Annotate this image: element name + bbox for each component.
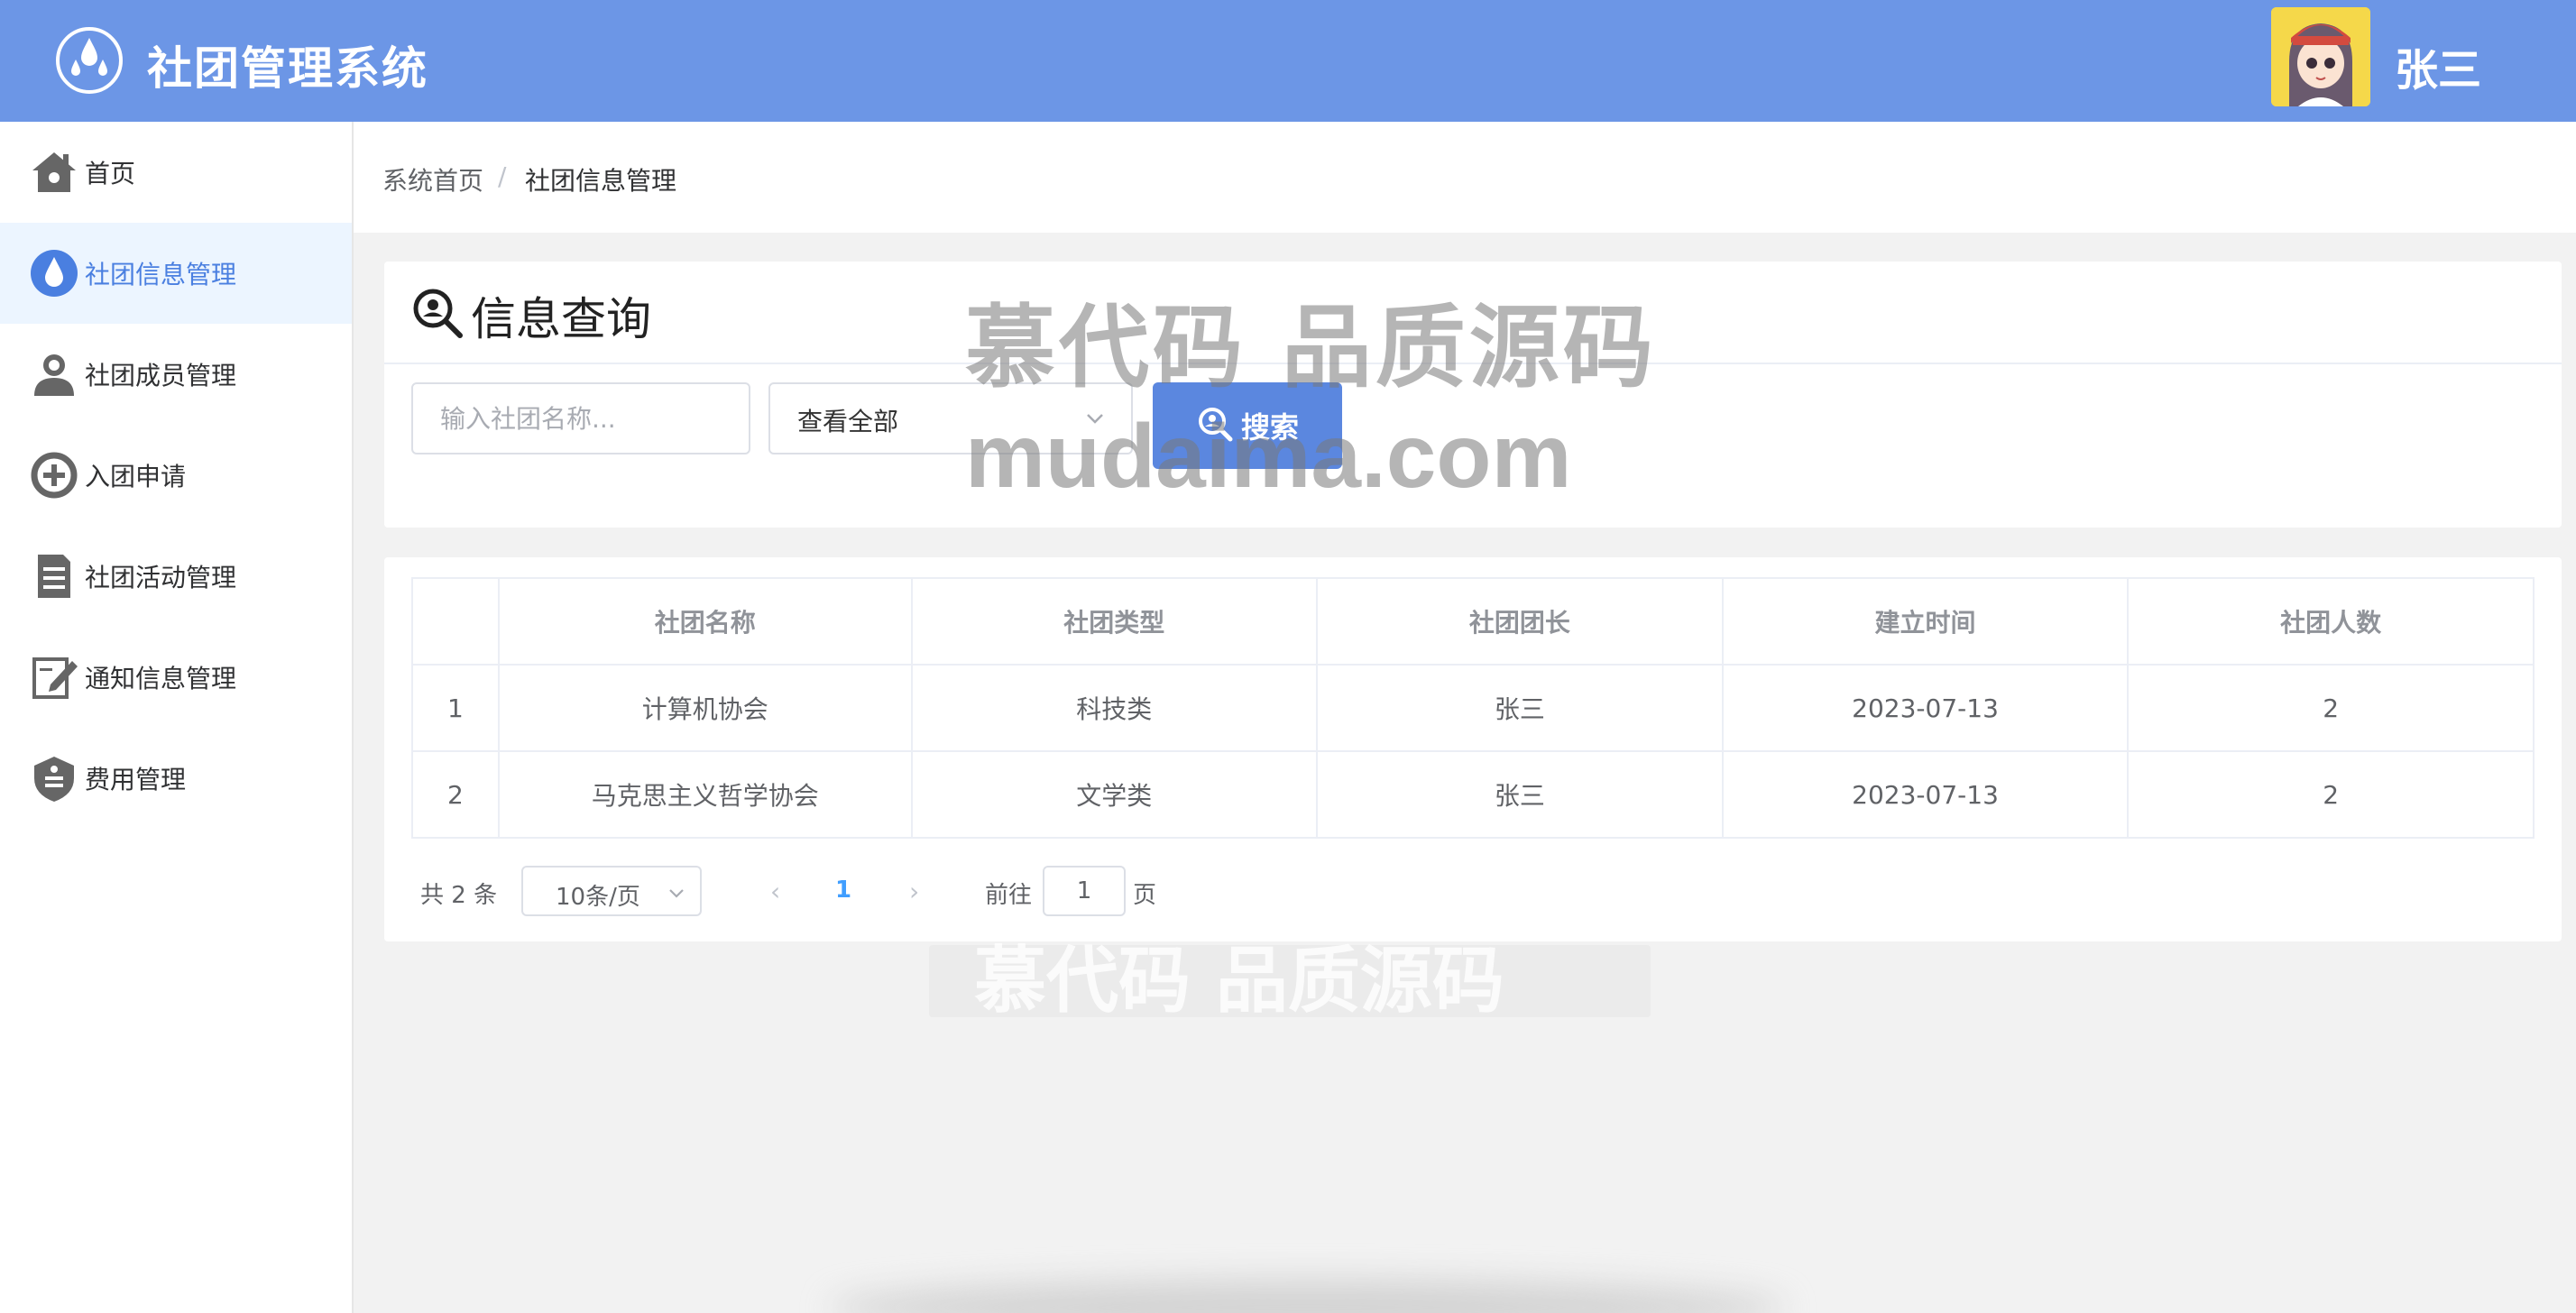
column-header-index	[411, 577, 500, 666]
sidebar-item-label: 社团活动管理	[85, 563, 237, 592]
cell-club-type: 文学类	[910, 750, 1319, 839]
sidebar-item-members[interactable]: 社团成员管理	[0, 324, 352, 425]
top-header: 社团管理系统 张三	[0, 0, 2576, 122]
next-page-button[interactable]: ›	[909, 877, 919, 906]
breadcrumb: 系统首页 / 社团信息管理	[354, 122, 2576, 233]
cell-index: 2	[411, 750, 500, 839]
query-title: 信息查询	[471, 293, 651, 345]
cell-index: 1	[411, 664, 500, 752]
table-header-row: 社团名称 社团类型 社团团长 建立时间 社团人数	[411, 577, 2535, 666]
club-name-search-input[interactable]	[411, 382, 750, 454]
column-header-leader: 社团团长	[1316, 577, 1724, 666]
bottom-shadow	[830, 1281, 1786, 1313]
watermark-faint: 慕代码 品质源码	[929, 945, 1651, 1017]
home-icon	[29, 147, 79, 197]
sidebar-item-notices[interactable]: 通知信息管理	[0, 627, 352, 728]
edit-note-icon	[29, 652, 79, 702]
user-icon	[29, 349, 79, 399]
cell-created: 2023-07-13	[1721, 750, 2130, 839]
sidebar-item-label: 社团成员管理	[85, 361, 237, 390]
app-title: 社团管理系统	[147, 42, 428, 95]
goto-label: 前往	[985, 882, 1033, 909]
table-panel: 社团名称 社团类型 社团团长 建立时间 社团人数 1 计算机协会 科技类 张三 …	[384, 557, 2562, 941]
chevron-down-icon	[1082, 406, 1108, 431]
pagination: 共 2 条 10条/页 ‹ 1 › 前往 页	[411, 864, 2215, 918]
sidebar-item-home[interactable]: 首页	[0, 122, 352, 223]
column-header-club-type: 社团类型	[910, 577, 1319, 666]
cell-club-name: 马克思主义哲学协会	[497, 750, 913, 839]
breadcrumb-current: 社团信息管理	[525, 166, 677, 196]
column-header-members: 社团人数	[2127, 577, 2535, 666]
cell-members: 2	[2127, 750, 2535, 839]
search-icon	[1196, 405, 1241, 446]
sidebar-item-apply[interactable]: 入团申请	[0, 425, 352, 526]
sidebar-item-club-info[interactable]: 社团信息管理	[0, 223, 352, 324]
table-row[interactable]: 1 计算机协会 科技类 张三 2023-07-13 2	[411, 664, 2535, 752]
column-header-created: 建立时间	[1721, 577, 2130, 666]
goto-page-input[interactable]	[1043, 866, 1126, 916]
club-table: 社团名称 社团类型 社团团长 建立时间 社团人数 1 计算机协会 科技类 张三 …	[411, 577, 2535, 839]
cell-leader: 张三	[1316, 750, 1724, 839]
page-suffix-label: 页	[1133, 882, 1157, 909]
breadcrumb-separator: /	[498, 161, 507, 191]
sidebar: 首页 社团信息管理 社团成员管理 入团申请 社团活动管理 通知信息管理 费用管理	[0, 122, 354, 1313]
search-person-icon	[411, 287, 464, 339]
column-header-club-name: 社团名称	[497, 577, 913, 666]
prev-page-button[interactable]: ‹	[770, 877, 780, 906]
chevron-down-icon	[666, 882, 687, 904]
query-panel: 信息查询 查看全部 搜索	[384, 262, 2562, 528]
pagination-total: 共 2 条	[420, 882, 498, 909]
query-header: 信息查询	[384, 262, 2562, 364]
user-name[interactable]: 张三	[2395, 34, 2481, 97]
search-button[interactable]: 搜索	[1153, 382, 1342, 469]
water-drop-icon	[29, 248, 79, 298]
sidebar-item-activities[interactable]: 社团活动管理	[0, 526, 352, 627]
avatar[interactable]	[2271, 7, 2370, 106]
select-value: 查看全部	[797, 407, 899, 436]
breadcrumb-home[interactable]: 系统首页	[382, 161, 483, 197]
cell-club-name: 计算机协会	[497, 664, 913, 752]
page-size-value: 10条/页	[556, 884, 640, 911]
sidebar-item-label: 费用管理	[85, 765, 187, 794]
sidebar-item-fees[interactable]: 费用管理	[0, 728, 352, 829]
add-circle-icon	[29, 450, 79, 500]
sidebar-item-label: 通知信息管理	[85, 664, 237, 693]
document-list-icon	[29, 551, 79, 601]
logo-icon	[56, 27, 123, 94]
sidebar-item-label: 入团申请	[85, 462, 187, 491]
sidebar-item-label: 社团信息管理	[85, 260, 237, 289]
cell-members: 2	[2127, 664, 2535, 752]
club-type-select[interactable]: 查看全部	[768, 382, 1133, 454]
watermark-faint-text: 慕代码 品质源码	[974, 939, 1504, 1023]
page-size-select[interactable]: 10条/页	[521, 866, 702, 916]
cell-club-type: 科技类	[910, 664, 1319, 752]
page-number-current[interactable]: 1	[835, 877, 851, 904]
cell-leader: 张三	[1316, 664, 1724, 752]
shield-icon	[29, 753, 79, 803]
table-row[interactable]: 2 马克思主义哲学协会 文学类 张三 2023-07-13 2	[411, 750, 2535, 839]
cell-created: 2023-07-13	[1721, 664, 2130, 752]
sidebar-item-label: 首页	[85, 159, 136, 188]
search-button-label: 搜索	[1240, 410, 1299, 445]
